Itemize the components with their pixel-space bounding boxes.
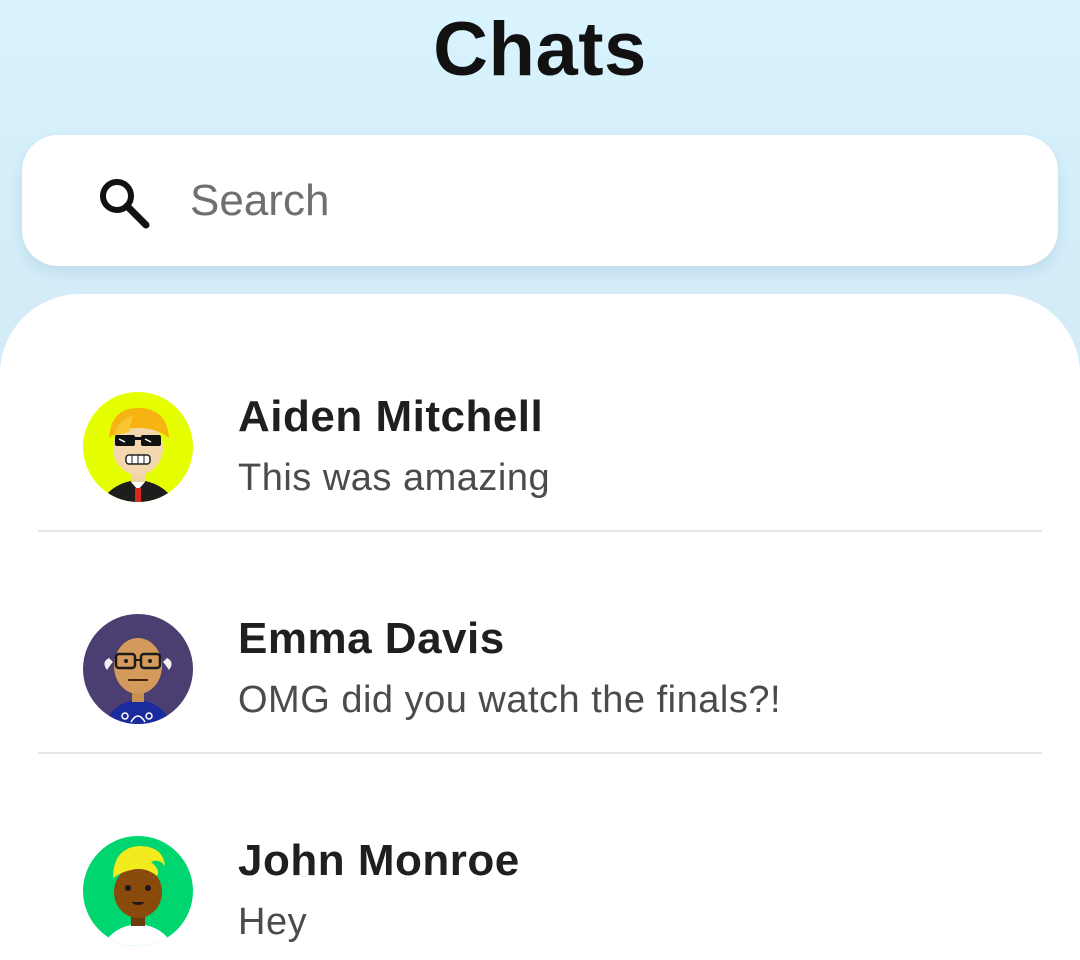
search-icon	[96, 175, 152, 231]
chat-name: Aiden Mitchell	[238, 392, 544, 441]
chat-name: Emma Davis	[238, 614, 505, 663]
search-input[interactable]	[190, 169, 1010, 233]
chat-last-message: This was amazing	[238, 457, 551, 499]
avatar	[83, 836, 193, 946]
chat-last-message: OMG did you watch the finals?!	[238, 679, 782, 721]
search-bar[interactable]	[22, 135, 1058, 266]
avatar	[83, 392, 193, 502]
chat-list: Aiden Mitchell This was amazing Emma Dav…	[0, 294, 1080, 960]
page-title: Chats	[433, 7, 647, 92]
chat-item-john-monroe[interactable]: John Monroe Hey	[38, 754, 1042, 960]
avatar	[83, 614, 193, 724]
chat-name: John Monroe	[238, 836, 520, 885]
chat-last-message: Hey	[238, 901, 308, 943]
chat-item-emma-davis[interactable]: Emma Davis OMG did you watch the finals?…	[38, 532, 1042, 754]
chat-item-aiden-mitchell[interactable]: Aiden Mitchell This was amazing	[38, 310, 1042, 532]
